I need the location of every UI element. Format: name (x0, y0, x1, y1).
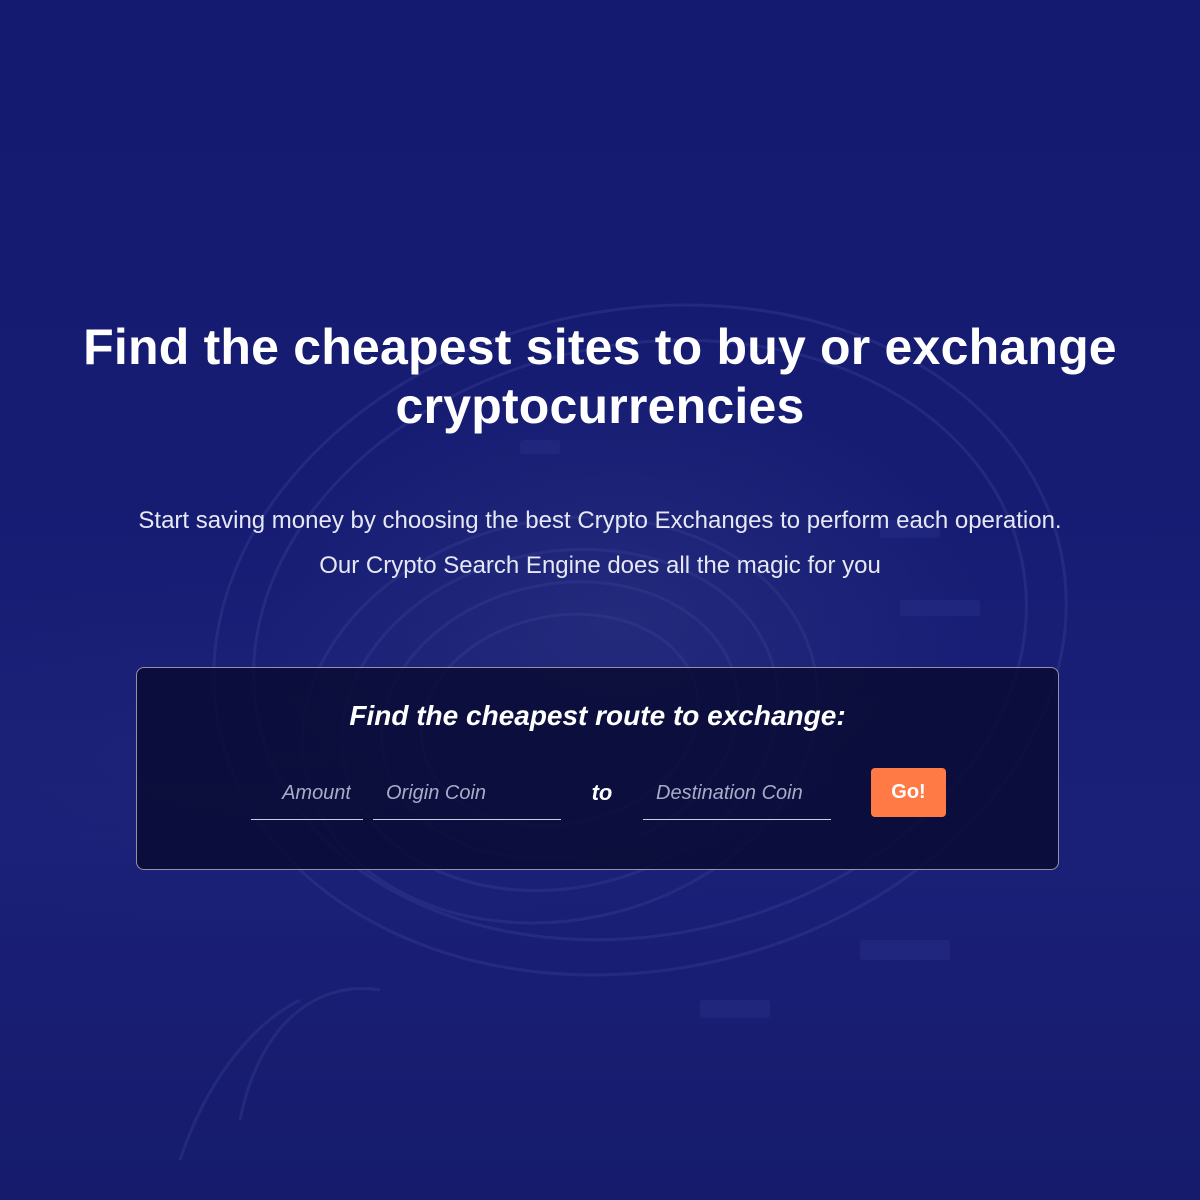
go-button[interactable]: Go! (871, 768, 946, 817)
destination-coin-field (643, 768, 831, 820)
page-headline: Find the cheapest sites to buy or exchan… (83, 319, 1117, 434)
search-card-title: Find the cheapest route to exchange: (349, 700, 846, 731)
hero-subtext-line-1: Start saving money by choosing the best … (138, 507, 1062, 534)
origin-coin-field (373, 768, 561, 820)
hero-section: Find the cheapest sites to buy or exchan… (0, 0, 1200, 1200)
coin-illustration (178, 303, 1068, 1161)
amount-field (251, 768, 363, 820)
hero-subtext-line-2: Our Crypto Search Engine does all the ma… (319, 552, 881, 579)
origin-coin-input[interactable] (373, 768, 561, 818)
amount-input[interactable] (251, 768, 363, 818)
to-label: to (591, 780, 613, 805)
hero-subtext: Start saving money by choosing the best … (60, 498, 1140, 588)
exchange-search-card: Find the cheapest route to exchange: to … (136, 667, 1059, 870)
destination-coin-input[interactable] (643, 768, 831, 818)
